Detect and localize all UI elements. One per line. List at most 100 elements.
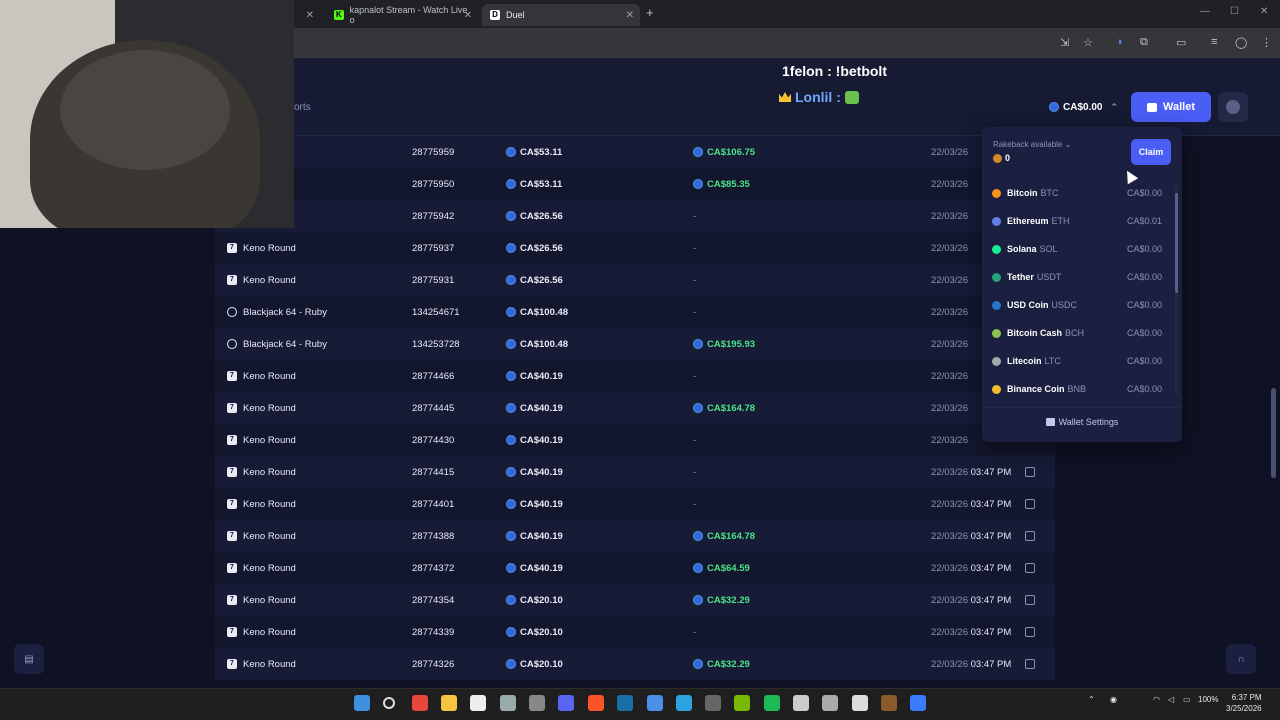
claim-button[interactable]: Claim bbox=[1131, 139, 1171, 165]
currency-item[interactable]: Bitcoin BTC CA$0.00 bbox=[992, 183, 1162, 203]
external-link-icon[interactable] bbox=[1025, 627, 1035, 637]
currency-item[interactable]: Tether USDT CA$0.00 bbox=[992, 267, 1162, 287]
game-cell[interactable]: Blackjack 64 - Ruby bbox=[227, 307, 327, 318]
table-row[interactable]: 7 Keno Round 28774339 CA$20.10 - 22/03/26 03:… bbox=[215, 616, 1055, 648]
external-link-icon[interactable] bbox=[1025, 467, 1035, 477]
game-cell[interactable]: 7 Keno Round bbox=[227, 531, 296, 542]
game-cell[interactable]: 7 Keno Round bbox=[227, 627, 296, 638]
game-cell[interactable]: 7 Keno Round bbox=[227, 435, 296, 446]
table-row[interactable]: Blackjack 64 - Ruby 134254671 CA$100.48 - 22… bbox=[215, 296, 1055, 328]
bookmark-star-icon[interactable]: ☆ bbox=[1083, 36, 1093, 49]
currency-scroll-thumb[interactable] bbox=[1175, 193, 1178, 293]
currency-item[interactable]: Ethereum ETH CA$0.01 bbox=[992, 211, 1162, 231]
new-tab-icon[interactable]: + bbox=[646, 5, 654, 20]
game-cell[interactable]: 7 Keno Round bbox=[227, 595, 296, 606]
volume-icon[interactable]: ◁ bbox=[1168, 695, 1174, 704]
game-cell[interactable]: 7 Keno Round bbox=[227, 467, 296, 478]
gmail-icon[interactable] bbox=[852, 695, 868, 711]
chrome-icon[interactable] bbox=[412, 695, 428, 711]
game-cell[interactable]: 7 Keno Round bbox=[227, 563, 296, 574]
spotify-icon[interactable] bbox=[764, 695, 780, 711]
game-cell[interactable]: 7 Keno Round bbox=[227, 275, 296, 286]
menu-dots-icon[interactable]: ⋮ bbox=[1261, 36, 1272, 49]
page-scrollbar[interactable] bbox=[1271, 388, 1276, 478]
nav-sports[interactable]: orts bbox=[294, 102, 311, 113]
maximize-icon[interactable]: ☐ bbox=[1230, 6, 1239, 17]
telegram-icon[interactable] bbox=[676, 695, 692, 711]
close-window-icon[interactable]: ✕ bbox=[1260, 6, 1268, 17]
wifi-icon[interactable]: ◠ bbox=[1153, 695, 1160, 704]
table-row[interactable]: Blackjack 64 - Ruby 134253728 CA$100.48 CA$… bbox=[215, 328, 1055, 360]
table-row[interactable]: 28775950 CA$53.11 CA$85.35 22/03/26 bbox=[215, 168, 1055, 200]
currency-item[interactable]: USD Coin USDC CA$0.00 bbox=[992, 295, 1162, 315]
tab-duel[interactable]: D Duel ✕ bbox=[482, 4, 640, 26]
minecraft-icon[interactable] bbox=[881, 695, 897, 711]
discord-tray-icon[interactable]: ◉ bbox=[1110, 695, 1117, 704]
table-row[interactable]: 7 Keno Round 28775937 CA$26.56 - 22/03/26 bbox=[215, 232, 1055, 264]
game-cell[interactable]: 7 Keno Round bbox=[227, 403, 296, 414]
external-link-icon[interactable] bbox=[1025, 595, 1035, 605]
search-icon[interactable] bbox=[383, 697, 395, 709]
steam-icon[interactable] bbox=[617, 695, 633, 711]
balance-selector[interactable]: CA$0.00 ⌃ bbox=[1039, 92, 1127, 122]
game-cell[interactable]: 7 Keno Round bbox=[227, 371, 296, 382]
puzzle-icon[interactable]: ⧉ bbox=[1140, 36, 1148, 49]
table-row[interactable]: 7 Keno Round 28774415 CA$40.19 - 22/03/26 03:… bbox=[215, 456, 1055, 488]
table-row[interactable]: 28775959 CA$53.11 CA$106.75 22/03/26 bbox=[215, 136, 1055, 168]
table-row[interactable]: 7 Keno Round 28774466 CA$40.19 - 22/03/26 bbox=[215, 360, 1055, 392]
atom-icon[interactable] bbox=[705, 695, 721, 711]
chat-button[interactable]: ▤ bbox=[14, 644, 44, 674]
nvidia-icon[interactable] bbox=[734, 695, 750, 711]
table-row[interactable]: 7 Keno Round 28774401 CA$40.19 - 22/03/26 03:… bbox=[215, 488, 1055, 520]
table-row[interactable]: 28775942 CA$26.56 - 22/03/26 bbox=[215, 200, 1055, 232]
discord-icon[interactable] bbox=[558, 695, 574, 711]
currency-item[interactable]: Bitcoin Cash BCH CA$0.00 bbox=[992, 323, 1162, 343]
extension-icon[interactable]: ◗ bbox=[1117, 36, 1124, 48]
currency-item[interactable]: Binance Coin BNB CA$0.00 bbox=[992, 379, 1162, 399]
tray-chevron-icon[interactable]: ⌃ bbox=[1088, 695, 1095, 704]
table-row[interactable]: 7 Keno Round 28774372 CA$40.19 CA$64.59 22/03… bbox=[215, 552, 1055, 584]
table-row[interactable]: 7 Keno Round 28774430 CA$40.19 - 22/03/26 bbox=[215, 424, 1055, 456]
currency-item[interactable]: Litecoin LTC CA$0.00 bbox=[992, 351, 1162, 371]
game-cell[interactable]: 7 Keno Round bbox=[227, 499, 296, 510]
external-link-icon[interactable] bbox=[1025, 563, 1035, 573]
tab-close-prev[interactable]: ✕ bbox=[300, 4, 320, 26]
vpn-icon[interactable] bbox=[647, 695, 663, 711]
table-row[interactable]: 7 Keno Round 28775931 CA$26.56 - 22/03/26 bbox=[215, 264, 1055, 296]
browser-icon[interactable] bbox=[793, 695, 809, 711]
sidepanel-icon[interactable]: ▭ bbox=[1176, 36, 1186, 49]
game-cell[interactable]: 7 Keno Round bbox=[227, 659, 296, 670]
file-explorer-icon[interactable] bbox=[441, 695, 457, 711]
close-icon[interactable]: ✕ bbox=[626, 10, 634, 21]
support-button[interactable]: ∩ bbox=[1226, 644, 1256, 674]
system-clock[interactable]: 6:37 PM 3/25/2026 bbox=[1226, 692, 1262, 714]
steelseries-icon[interactable] bbox=[822, 695, 838, 711]
close-icon[interactable]: ✕ bbox=[464, 10, 472, 21]
external-link-icon[interactable] bbox=[1025, 659, 1035, 669]
currency-item[interactable]: Solana SOL CA$0.00 bbox=[992, 239, 1162, 259]
brave-icon[interactable] bbox=[588, 695, 604, 711]
game-cell[interactable]: Blackjack 64 - Ruby bbox=[227, 339, 327, 350]
windows-start-icon[interactable] bbox=[354, 695, 370, 711]
table-row[interactable]: 7 Keno Round 28774445 CA$40.19 CA$164.78 22/0… bbox=[215, 392, 1055, 424]
app-icon[interactable] bbox=[910, 695, 926, 711]
external-link-icon[interactable] bbox=[1025, 531, 1035, 541]
avatar[interactable] bbox=[1218, 92, 1248, 122]
profile-icon[interactable]: ◯ bbox=[1235, 36, 1247, 49]
wallet-button[interactable]: Wallet bbox=[1131, 92, 1211, 122]
capcut-icon[interactable] bbox=[470, 695, 486, 711]
wallet-settings-button[interactable]: Wallet Settings bbox=[982, 417, 1182, 427]
rakeback-label[interactable]: Rakeback available ⌄ bbox=[993, 140, 1071, 149]
close-icon[interactable]: ✕ bbox=[306, 10, 314, 21]
tab-kapnalot[interactable]: K kapnalot Stream - Watch Live o ✕ bbox=[326, 4, 478, 26]
external-link-icon[interactable] bbox=[1025, 499, 1035, 509]
epic-games-icon[interactable] bbox=[529, 695, 545, 711]
minimize-icon[interactable]: — bbox=[1200, 6, 1210, 17]
battery-icon[interactable]: ▭ bbox=[1183, 695, 1191, 704]
table-row[interactable]: 7 Keno Round 28774388 CA$40.19 CA$164.78 22/0… bbox=[215, 520, 1055, 552]
reading-list-icon[interactable]: ≡ bbox=[1211, 36, 1217, 48]
table-row[interactable]: 7 Keno Round 28774354 CA$20.10 CA$32.29 22/03… bbox=[215, 584, 1055, 616]
table-row[interactable]: 7 Keno Round 28774326 CA$20.10 CA$32.29 22/03… bbox=[215, 648, 1055, 680]
obs-icon[interactable] bbox=[500, 695, 516, 711]
game-cell[interactable]: 7 Keno Round bbox=[227, 243, 296, 254]
